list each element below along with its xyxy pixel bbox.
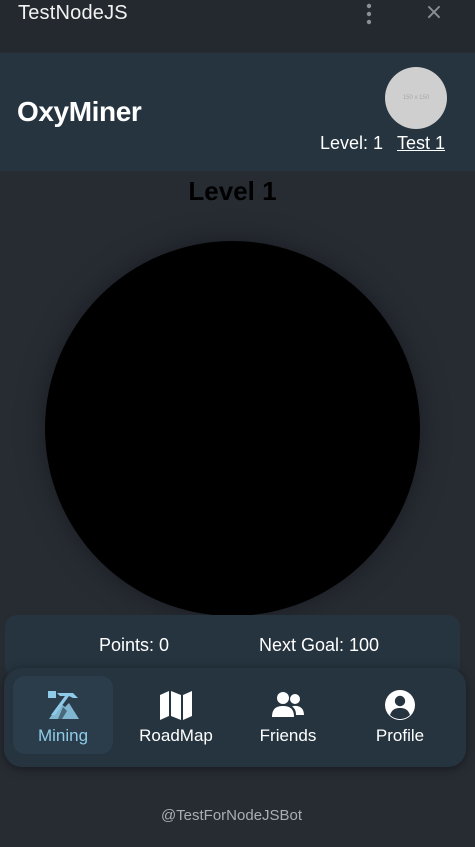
- nav-item-mining[interactable]: Mining: [13, 676, 113, 754]
- nav-item-roadmap[interactable]: RoadMap: [126, 676, 226, 754]
- title-bar: TestNodeJS ×: [0, 0, 475, 52]
- map-icon: [160, 691, 192, 720]
- level-heading: Level 1: [188, 176, 277, 206]
- app-window: TestNodeJS × OxyMiner 150 x 150 Level: 1…: [0, 0, 475, 847]
- nav-label-roadmap: RoadMap: [139, 726, 213, 745]
- window-title: TestNodeJS: [18, 2, 128, 24]
- brand-title: OxyMiner: [17, 96, 142, 127]
- next-goal-value: Next Goal: 100: [259, 635, 380, 655]
- avatar-placeholder-text: 150 x 150: [402, 95, 430, 101]
- more-vertical-icon[interactable]: [363, 3, 375, 25]
- mine-button[interactable]: [45, 241, 420, 616]
- users-icon: [272, 692, 304, 717]
- nav-item-friends[interactable]: Friends: [238, 676, 338, 754]
- nav-label-friends: Friends: [259, 726, 317, 745]
- avatar[interactable]: 150 x 150: [385, 67, 447, 129]
- app-header: OxyMiner 150 x 150 Level: 1 Test 1: [0, 53, 475, 171]
- user-circle-icon: [385, 690, 415, 720]
- pickaxe-icon: [48, 691, 79, 719]
- close-icon[interactable]: ×: [424, 2, 444, 24]
- username-link[interactable]: Test 1: [397, 133, 445, 154]
- nav-label-profile: Profile: [375, 726, 425, 745]
- nav-label-mining: Mining: [37, 726, 89, 745]
- nav-item-profile[interactable]: Profile: [350, 676, 450, 754]
- bot-handle: @TestForNodeJSBot: [160, 807, 303, 824]
- points-value: Points: 0: [99, 635, 170, 655]
- bottom-nav: Mining RoadMap Friends Profile: [4, 668, 466, 767]
- user-level: Level: 1: [320, 133, 384, 153]
